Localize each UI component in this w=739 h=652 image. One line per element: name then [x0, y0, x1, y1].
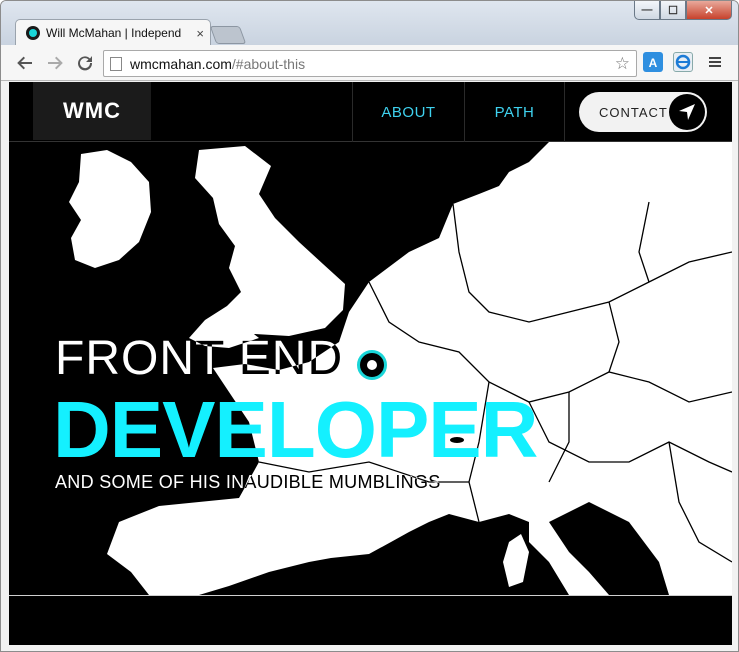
hero-section: FRONT END DEVELOPER AND SOME OF HIS INAU…	[9, 142, 732, 595]
site-header: WMC ABOUT PATH CONTACT	[9, 82, 732, 142]
browser-toolbar: wmcmahan.com/#about-this ☆ A	[1, 45, 738, 81]
address-bar[interactable]: wmcmahan.com/#about-this ☆	[103, 50, 637, 77]
bookmark-star-icon[interactable]: ☆	[615, 54, 630, 74]
nav-path[interactable]: PATH	[464, 82, 564, 142]
url-host: wmcmahan.com	[130, 55, 232, 72]
navigation-arrow-icon	[669, 94, 705, 130]
page-icon	[110, 56, 122, 71]
window-controls: — ☐ ✕	[634, 1, 732, 21]
menu-icon[interactable]	[705, 52, 725, 72]
ie-tab-icon[interactable]	[673, 52, 693, 72]
hero-subheading: AND SOME OF HIS INAUDIBLE MUMBLINGS	[55, 472, 441, 492]
hero-heading-front-end: FRONT END	[55, 332, 344, 385]
maximize-button[interactable]: ☐	[660, 1, 686, 20]
page-footer-strip	[9, 595, 732, 645]
forward-arrow-icon[interactable]	[43, 51, 67, 75]
location-marker-icon	[357, 350, 387, 380]
favicon-icon	[26, 26, 40, 40]
map-corsica	[503, 534, 529, 587]
title-bar: Will McMahan | Independ × — ☐ ✕	[1, 1, 738, 46]
browser-tab[interactable]: Will McMahan | Independ ×	[15, 19, 211, 46]
tab-title: Will McMahan | Independ	[46, 26, 182, 40]
new-tab-button[interactable]	[209, 26, 247, 44]
url-path: /#about-this	[231, 55, 306, 72]
reload-icon[interactable]	[73, 51, 97, 75]
tab-close-icon[interactable]: ×	[196, 26, 204, 41]
svg-text:A: A	[649, 56, 658, 70]
translate-icon[interactable]: A	[643, 52, 663, 72]
site-logo[interactable]: WMC	[33, 82, 151, 140]
hero-heading-developer: DEVELOPER	[53, 385, 538, 474]
map-ireland	[69, 150, 151, 268]
page-viewport: WMC ABOUT PATH CONTACT FRONT END DEVELOP…	[9, 82, 732, 645]
back-arrow-icon[interactable]	[13, 51, 37, 75]
contact-label: CONTACT	[599, 104, 668, 120]
minimize-button[interactable]: —	[634, 1, 660, 20]
contact-button[interactable]: CONTACT	[579, 92, 707, 132]
close-window-button[interactable]: ✕	[686, 1, 732, 20]
map-great-britain	[195, 146, 345, 338]
nav-about[interactable]: ABOUT	[352, 82, 464, 142]
browser-window: Will McMahan | Independ × — ☐ ✕ wmcmahan…	[0, 0, 739, 652]
